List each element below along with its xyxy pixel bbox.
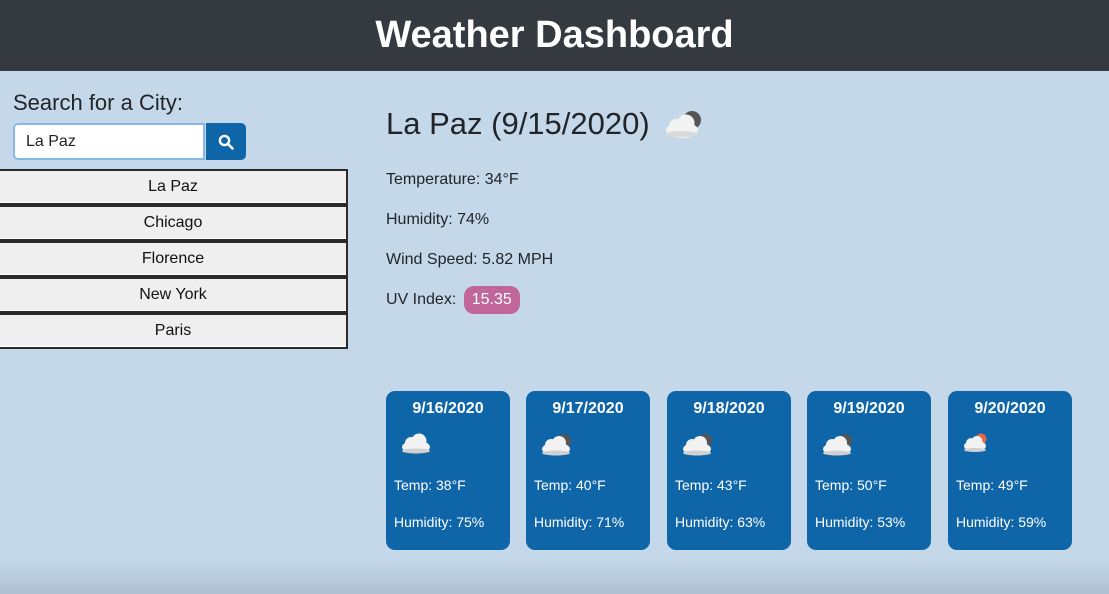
cloud-icon [402,433,430,454]
forecast-date: 9/17/2020 [552,400,624,417]
city-history-list: La Paz Chicago Florence New York Paris [0,169,348,349]
forecast-temp: Temp: 38°F [394,477,466,493]
cloudy-night-icon [683,434,712,456]
city-button[interactable]: New York [0,277,348,313]
forecast-temp: Temp: 49°F [956,477,1028,493]
cloudy-night-icon [823,434,852,456]
cloudy-day-icon [964,433,987,452]
city-button[interactable]: Chicago [0,205,348,241]
forecast-humidity: Humidity: 71% [534,514,625,530]
forecast-humidity: Humidity: 59% [956,514,1047,530]
forecast-date: 9/16/2020 [412,400,484,417]
current-city-date: La Paz (9/15/2020) [386,106,650,141]
city-button[interactable]: Florence [0,241,348,277]
city-button[interactable]: Paris [0,313,348,349]
current-humidity: Humidity: 74% [386,211,490,228]
forecast-temp: Temp: 40°F [534,477,606,493]
forecast-card: 9/17/2020 Temp: 40°F Humidity: 71% [526,391,650,550]
forecast-humidity: Humidity: 63% [675,514,766,530]
forecast-humidity: Humidity: 53% [815,514,906,530]
forecast-temp: Temp: 43°F [675,477,747,493]
cloudy-night-icon [542,434,571,456]
search-input[interactable] [13,123,205,160]
bottom-shadow [0,560,1109,594]
forecast-date: 9/20/2020 [974,400,1046,417]
city-button[interactable]: La Paz [0,169,348,205]
forecast-card: 9/19/2020 Temp: 50°F Humidity: 53% [807,391,931,550]
page-title: Weather Dashboard [375,14,734,56]
uv-label: UV Index: [386,291,457,308]
search-button[interactable] [206,123,246,160]
search-heading: Search for a City: [13,90,183,115]
forecast-date: 9/19/2020 [833,400,905,417]
forecast-date: 9/18/2020 [693,400,765,417]
forecast-temp: Temp: 50°F [815,477,887,493]
current-uv-index: UV Index: 15.35 [386,286,520,314]
forecast-card: 9/20/2020 Temp: 49°F Humidity: 59% [948,391,1072,550]
uv-badge: 15.35 [463,286,520,314]
cloudy-night-icon [665,111,701,138]
search-icon [218,134,234,150]
current-wind-speed: Wind Speed: 5.82 MPH [386,251,554,268]
forecast-humidity: Humidity: 75% [394,514,485,530]
current-temperature: Temperature: 34°F [386,171,519,188]
page-header: Weather Dashboard [0,0,1109,71]
current-weather-title: La Paz (9/15/2020) [386,106,708,142]
forecast-card: 9/18/2020 Temp: 43°F Humidity: 63% [667,391,791,550]
forecast-card: 9/16/2020 Temp: 38°F Humidity: 75% [386,391,510,550]
